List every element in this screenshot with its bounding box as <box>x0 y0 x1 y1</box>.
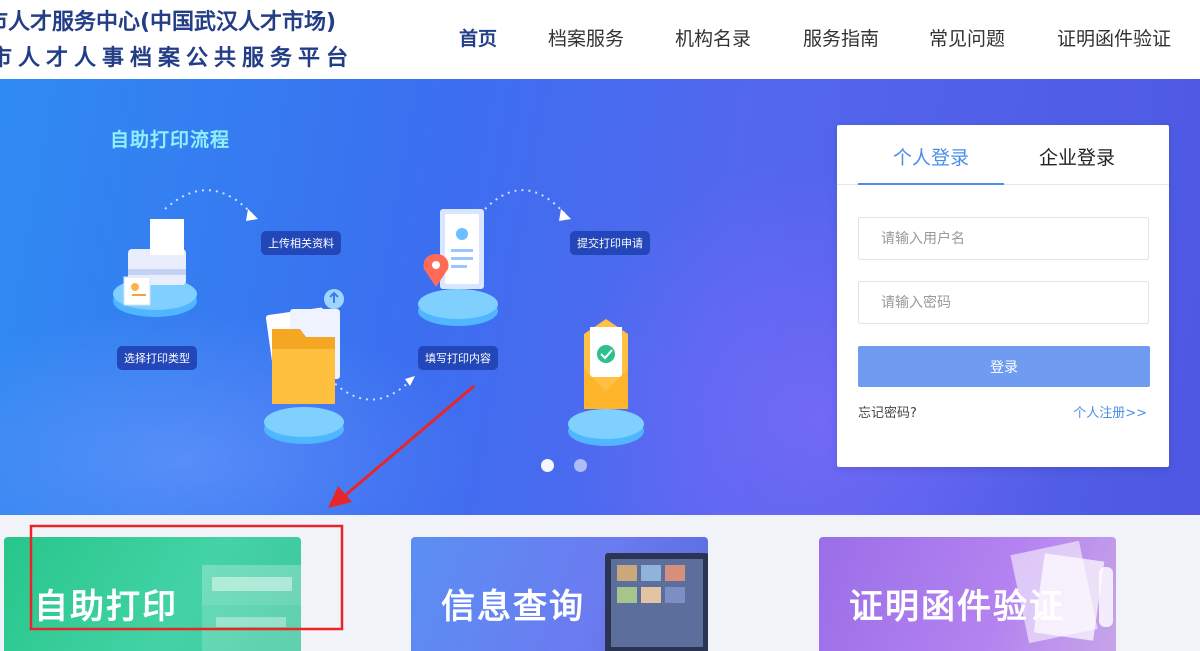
site-title[interactable]: 市人才服务中心(中国武汉人才市场) <box>0 4 336 36</box>
nav-archive-service[interactable]: 档案服务 <box>548 24 624 51</box>
header: 市人才服务中心(中国武汉人才市场) 市人才人事档案公共服务平台 首页 档案服务 … <box>0 0 1200 79</box>
card-label: 证明函件验证 <box>849 587 1065 627</box>
envelope-icon <box>584 319 628 409</box>
folder-icon <box>265 307 340 404</box>
step-label-submit: 提交打印申请 <box>570 231 650 255</box>
document-icon <box>440 209 484 289</box>
nav-certificate-verify[interactable]: 证明函件验证 <box>1057 24 1171 51</box>
carousel-dot[interactable] <box>541 459 554 472</box>
carousel-dots <box>541 459 587 472</box>
carousel-dot[interactable] <box>574 459 587 472</box>
arrowhead-icon <box>405 376 415 386</box>
printer-photo <box>202 565 301 651</box>
tab-active-indicator <box>858 183 1004 185</box>
platform-top <box>264 407 344 437</box>
certificate-verify-card[interactable]: 证明函件验证 <box>819 537 1116 651</box>
step-label-fill: 填写打印内容 <box>418 346 498 370</box>
process-illustration <box>113 189 644 446</box>
login-tabs: 个人登录 企业登录 <box>837 125 1169 185</box>
password-input[interactable] <box>858 281 1149 324</box>
step-label-upload: 上传相关资料 <box>261 231 341 255</box>
connector-arrow <box>164 189 253 215</box>
nav-institution-directory[interactable]: 机构名录 <box>675 24 751 51</box>
cloud-upload-icon <box>324 289 344 309</box>
connector-arrow <box>329 378 411 401</box>
username-input[interactable] <box>858 217 1149 260</box>
login-button[interactable]: 登录 <box>858 346 1150 387</box>
register-link[interactable]: 个人注册>> <box>1073 402 1147 421</box>
nav-home[interactable]: 首页 <box>459 24 497 51</box>
arrowhead-icon <box>559 209 571 221</box>
arrowhead-icon <box>246 209 258 221</box>
nav-faq[interactable]: 常见问题 <box>929 24 1005 51</box>
page: 市人才服务中心(中国武汉人才市场) 市人才人事档案公共服务平台 首页 档案服务 … <box>0 0 1200 651</box>
tab-company-login[interactable]: 企业登录 <box>1039 143 1115 170</box>
platform-top <box>568 409 644 439</box>
card-label: 信息查询 <box>441 587 585 627</box>
tab-personal-login[interactable]: 个人登录 <box>893 143 969 170</box>
nav-service-guide[interactable]: 服务指南 <box>803 24 879 51</box>
info-query-card[interactable]: 信息查询 <box>411 537 708 651</box>
site-subtitle[interactable]: 市人才人事档案公共服务平台 <box>0 40 354 72</box>
card-label: 自助打印 <box>34 587 178 627</box>
step-label-select-type: 选择打印类型 <box>117 346 197 370</box>
self-print-card[interactable]: 自助打印 <box>4 537 301 651</box>
platform-top <box>418 289 498 319</box>
connector-arrow <box>484 189 566 215</box>
login-panel: 个人登录 企业登录 登录 忘记密码? 个人注册>> <box>837 125 1169 467</box>
forgot-password-link[interactable]: 忘记密码? <box>858 402 917 421</box>
